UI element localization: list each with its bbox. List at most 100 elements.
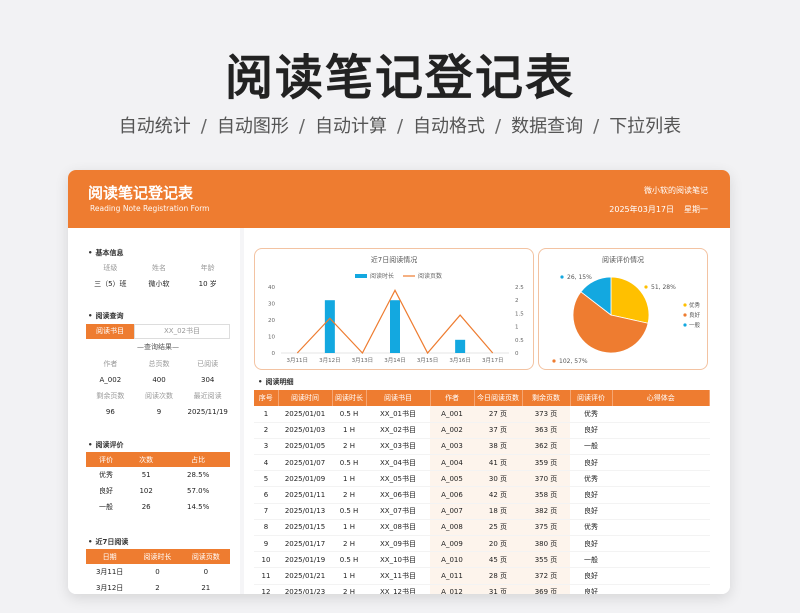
table-cell[interactable]: 102 [126,483,166,499]
table-cell[interactable]: A_002 [430,422,474,439]
table-cell[interactable]: 41 页 [474,454,522,472]
table-cell[interactable]: A_001 [430,406,474,423]
table-cell[interactable]: XX_01书目 [366,406,430,423]
table-cell[interactable]: 良好 [570,567,612,585]
table-cell[interactable]: A_011 [430,567,474,585]
table-cell[interactable]: 4 [254,454,278,472]
table-cell[interactable] [612,535,710,553]
table-cell[interactable]: 6 [254,486,278,504]
table-cell[interactable]: A_005 [430,470,474,488]
table-cell[interactable]: 一般 [86,499,126,515]
table-cell[interactable]: 18 页 [474,503,522,520]
table-cell[interactable] [612,551,710,569]
table-cell[interactable]: 28 页 [474,567,522,585]
table-cell[interactable]: 358 页 [522,486,570,504]
table-cell[interactable]: 375 页 [522,519,570,537]
value-class[interactable]: 三（5）班 [86,279,135,289]
table-cell[interactable]: XX_08书目 [366,519,430,537]
table-cell[interactable] [612,584,710,594]
table-cell[interactable]: 良好 [570,422,612,439]
table-cell[interactable]: 2025/01/13 [278,503,332,520]
table-cell[interactable] [612,567,710,585]
table-cell[interactable]: XX_07书目 [366,503,430,520]
table-cell[interactable]: 38 页 [474,438,522,456]
table-cell[interactable]: XX_06书目 [366,486,430,504]
table-cell[interactable]: A_012 [430,584,474,594]
table-cell[interactable]: 0 [133,564,181,580]
table-cell[interactable]: 5 [254,470,278,488]
table-cell[interactable]: 3月12日 [86,580,133,594]
table-cell[interactable]: 14.5% [166,499,230,515]
table-cell[interactable]: 31 页 [474,584,522,594]
table-cell[interactable]: 10 [254,551,278,569]
table-cell[interactable]: 12 [254,584,278,594]
table-cell[interactable]: 良好 [570,486,612,504]
table-cell[interactable]: 2025/01/05 [278,438,332,456]
table-cell[interactable] [612,470,710,488]
table-cell[interactable]: 3月11日 [86,564,133,580]
table-cell[interactable]: 359 页 [522,454,570,472]
table-cell[interactable]: 一般 [570,551,612,569]
table-cell[interactable]: 370 页 [522,470,570,488]
table-cell[interactable]: 2025/01/21 [278,567,332,585]
table-cell[interactable]: 2025/01/19 [278,551,332,569]
table-cell[interactable]: 2025/01/03 [278,422,332,439]
table-cell[interactable]: 2 H [332,584,366,594]
table-cell[interactable]: 1 H [332,519,366,537]
table-cell[interactable]: 7 [254,503,278,520]
table-cell[interactable]: 25 页 [474,519,522,537]
table-cell[interactable]: 42 页 [474,486,522,504]
table-cell[interactable]: 2 H [332,486,366,504]
table-cell[interactable]: 1 H [332,567,366,585]
table-cell[interactable]: 2 H [332,535,366,553]
table-cell[interactable]: 1 H [332,470,366,488]
table-cell[interactable]: 2025/01/07 [278,454,332,472]
table-cell[interactable]: A_007 [430,503,474,520]
table-cell[interactable]: 2 [254,422,278,439]
table-cell[interactable]: 良好 [570,584,612,594]
table-cell[interactable]: 优秀 [570,470,612,488]
table-cell[interactable] [612,438,710,456]
table-cell[interactable]: 11 [254,567,278,585]
table-cell[interactable]: 355 页 [522,551,570,569]
table-cell[interactable]: 382 页 [522,503,570,520]
table-cell[interactable]: 1 H [332,422,366,439]
table-cell[interactable]: 2 H [332,438,366,456]
table-cell[interactable]: 9 [254,535,278,553]
table-cell[interactable]: 0.5 H [332,503,366,520]
table-cell[interactable] [612,519,710,537]
table-cell[interactable]: 2025/01/01 [278,406,332,423]
table-cell[interactable]: 良好 [570,535,612,553]
table-cell[interactable]: 373 页 [522,406,570,423]
table-cell[interactable]: 2 [133,580,181,594]
table-cell[interactable]: 8 [254,519,278,537]
table-cell[interactable]: 0.5 H [332,551,366,569]
table-cell[interactable]: 一般 [570,438,612,456]
table-cell[interactable]: 45 页 [474,551,522,569]
table-cell[interactable]: A_010 [430,551,474,569]
table-cell[interactable]: 372 页 [522,567,570,585]
table-cell[interactable]: 优秀 [86,467,126,483]
table-cell[interactable]: 21 [182,580,230,594]
table-cell[interactable]: 2025/01/09 [278,470,332,488]
table-cell[interactable]: 363 页 [522,422,570,439]
table-cell[interactable]: 优秀 [570,519,612,537]
table-cell[interactable]: XX_09书目 [366,535,430,553]
table-cell[interactable]: 0.5 H [332,454,366,472]
table-cell[interactable] [612,406,710,423]
table-cell[interactable]: 3 [254,438,278,456]
table-cell[interactable]: 20 页 [474,535,522,553]
table-cell[interactable]: 37 页 [474,422,522,439]
table-cell[interactable]: XX_12书目 [366,584,430,594]
table-cell[interactable]: A_008 [430,519,474,537]
table-cell[interactable]: A_003 [430,438,474,456]
table-cell[interactable]: 51 [126,467,166,483]
table-cell[interactable]: 28.5% [166,467,230,483]
table-cell[interactable]: XX_11书目 [366,567,430,585]
table-cell[interactable] [612,454,710,472]
table-cell[interactable]: XX_04书目 [366,454,430,472]
table-cell[interactable]: A_004 [430,454,474,472]
table-cell[interactable]: 2025/01/15 [278,519,332,537]
table-cell[interactable]: 362 页 [522,438,570,456]
table-cell[interactable] [612,503,710,520]
